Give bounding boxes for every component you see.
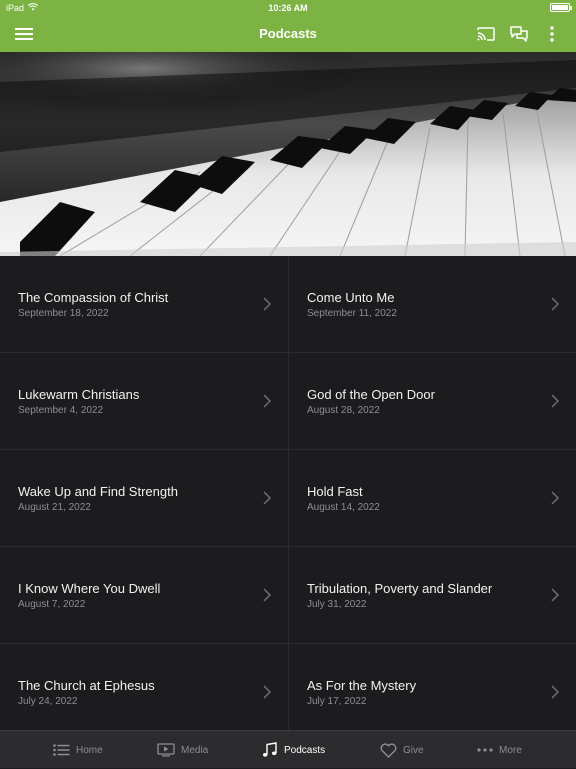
episode-item[interactable]: I Know Where You Dwell August 7, 2022 bbox=[0, 547, 288, 644]
episode-title: Hold Fast bbox=[307, 484, 363, 499]
music-note-icon bbox=[263, 742, 277, 757]
episode-item[interactable]: Come Unto Me September 11, 2022 bbox=[288, 256, 576, 353]
tab-label: Home bbox=[76, 744, 103, 756]
chevron-right-icon bbox=[551, 491, 560, 505]
episode-date: July 17, 2022 bbox=[307, 696, 367, 707]
episode-date: September 18, 2022 bbox=[18, 308, 109, 319]
episode-item[interactable]: Hold Fast August 14, 2022 bbox=[288, 450, 576, 547]
episode-title: The Compassion of Christ bbox=[18, 290, 169, 305]
episode-date: August 21, 2022 bbox=[18, 502, 91, 513]
episode-date: August 14, 2022 bbox=[307, 502, 380, 513]
tab-label: Give bbox=[403, 744, 424, 756]
tab-label: Media bbox=[181, 744, 209, 756]
hero-image bbox=[0, 52, 576, 256]
episode-item[interactable]: Tribulation, Poverty and Slander July 31… bbox=[288, 547, 576, 644]
status-time: 10:26 AM bbox=[268, 3, 308, 13]
chevron-right-icon bbox=[263, 297, 272, 311]
tab-more[interactable]: More bbox=[477, 731, 522, 769]
episode-item[interactable]: The Church at Ephesus July 24, 2022 bbox=[0, 644, 288, 730]
chevron-right-icon bbox=[263, 394, 272, 408]
tab-label: More bbox=[499, 744, 522, 756]
ellipsis-icon bbox=[477, 748, 493, 752]
cast-icon[interactable] bbox=[476, 24, 496, 44]
battery-icon bbox=[550, 3, 572, 12]
episode-title: Wake Up and Find Strength bbox=[18, 484, 178, 499]
tab-home[interactable]: Home bbox=[53, 731, 103, 769]
episode-title: As For the Mystery bbox=[307, 678, 417, 693]
heart-icon bbox=[380, 742, 397, 758]
tab-label: Podcasts bbox=[284, 744, 326, 756]
chevron-right-icon bbox=[551, 588, 560, 602]
tab-podcasts[interactable]: Podcasts bbox=[262, 731, 325, 769]
chevron-right-icon bbox=[551, 297, 560, 311]
episode-item[interactable]: God of the Open Door August 28, 2022 bbox=[288, 353, 576, 450]
episode-date: July 24, 2022 bbox=[18, 696, 78, 707]
chevron-right-icon bbox=[263, 685, 272, 699]
chevron-right-icon bbox=[263, 491, 272, 505]
episode-date: July 31, 2022 bbox=[307, 599, 367, 610]
episode-title: I Know Where You Dwell bbox=[18, 581, 161, 596]
chevron-right-icon bbox=[263, 588, 272, 602]
tab-media[interactable]: Media bbox=[157, 731, 208, 769]
header-bar: Podcasts bbox=[0, 16, 576, 52]
episode-title: God of the Open Door bbox=[307, 387, 435, 402]
episode-date: August 7, 2022 bbox=[18, 599, 86, 610]
tab-bar: Home Media Podcasts Give More bbox=[0, 730, 576, 768]
more-vertical-icon[interactable] bbox=[542, 24, 562, 44]
episode-title: The Church at Ephesus bbox=[18, 678, 155, 693]
episode-date: September 4, 2022 bbox=[18, 405, 104, 416]
episode-grid: The Compassion of Christ September 18, 2… bbox=[0, 256, 576, 730]
episode-title: Come Unto Me bbox=[307, 290, 395, 305]
episode-title: Lukewarm Christians bbox=[18, 387, 140, 402]
chat-icon[interactable] bbox=[509, 24, 529, 44]
episode-date: September 11, 2022 bbox=[307, 308, 397, 319]
status-bar: iPad 10:26 AM bbox=[0, 0, 576, 16]
video-icon bbox=[157, 743, 175, 757]
episode-item[interactable]: Lukewarm Christians September 4, 2022 bbox=[0, 353, 288, 450]
episode-item[interactable]: Wake Up and Find Strength August 21, 202… bbox=[0, 450, 288, 547]
tab-give[interactable]: Give bbox=[380, 731, 424, 769]
episode-title: Tribulation, Poverty and Slander bbox=[307, 581, 493, 596]
chevron-right-icon bbox=[551, 394, 560, 408]
episode-date: August 28, 2022 bbox=[307, 405, 380, 416]
list-icon bbox=[53, 744, 70, 756]
episode-item[interactable]: As For the Mystery July 17, 2022 bbox=[288, 644, 576, 730]
piano-keys-photo bbox=[0, 52, 576, 256]
episode-item[interactable]: The Compassion of Christ September 18, 2… bbox=[0, 256, 288, 353]
chevron-right-icon bbox=[551, 685, 560, 699]
